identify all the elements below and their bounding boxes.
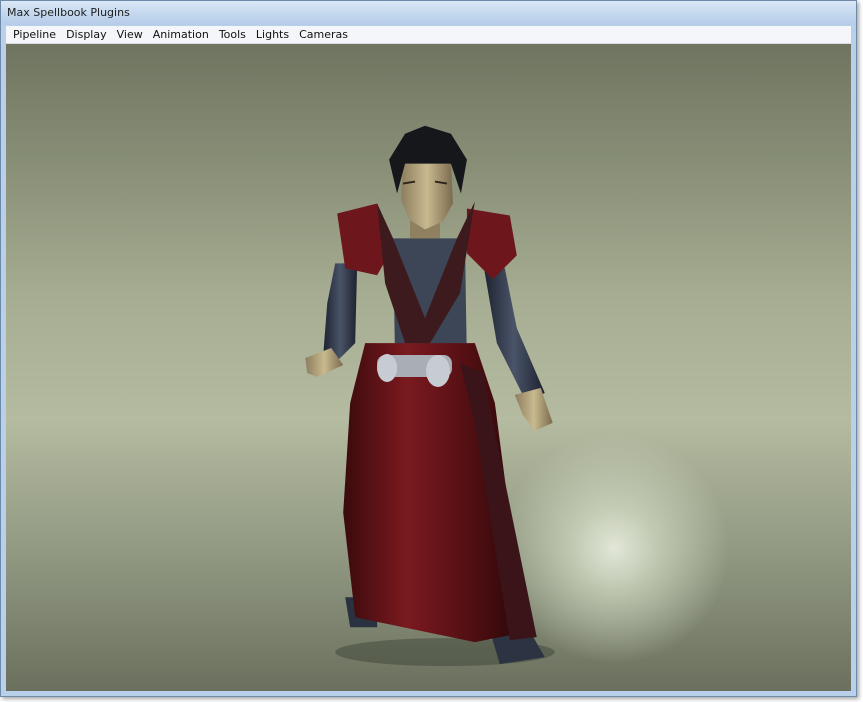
menu-lights[interactable]: Lights bbox=[251, 28, 294, 41]
menu-cameras[interactable]: Cameras bbox=[294, 28, 353, 41]
menu-animation[interactable]: Animation bbox=[148, 28, 214, 41]
title-bar[interactable]: Max Spellbook Plugins bbox=[1, 1, 856, 25]
menu-tools[interactable]: Tools bbox=[214, 28, 251, 41]
menu-view[interactable]: View bbox=[112, 28, 148, 41]
menu-pipeline[interactable]: Pipeline bbox=[6, 28, 61, 41]
character-model bbox=[305, 125, 555, 667]
menu-display[interactable]: Display bbox=[61, 28, 112, 41]
3d-viewport[interactable] bbox=[6, 44, 851, 691]
menu-bar: Pipeline Display View Animation Tools Li… bbox=[6, 26, 851, 44]
window-title: Max Spellbook Plugins bbox=[7, 6, 130, 19]
app-window: Max Spellbook Plugins Pipeline Display V… bbox=[0, 0, 857, 697]
